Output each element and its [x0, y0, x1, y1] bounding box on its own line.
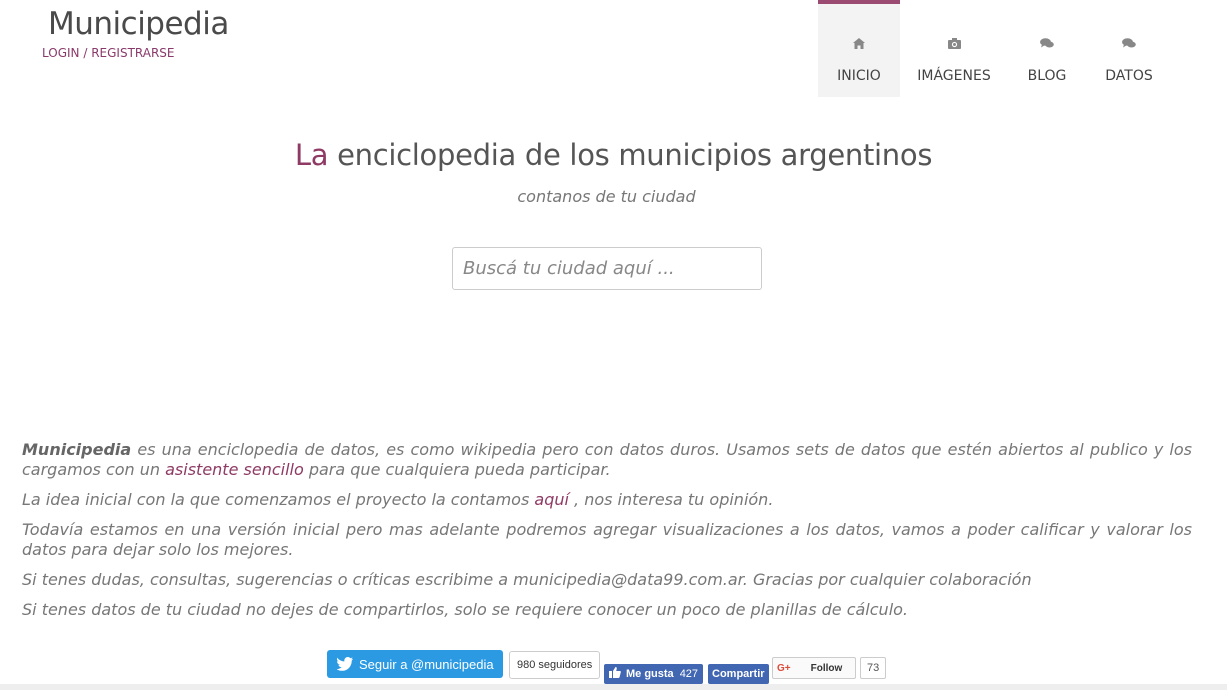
bottom-bar	[0, 684, 1227, 690]
facebook-like-count: 427	[679, 668, 699, 680]
about-text: , nos interesa tu opinión.	[574, 490, 774, 509]
login-register-link[interactable]: LOGIN / REGISTRARSE	[42, 46, 175, 60]
nav-item-inicio[interactable]: INICIO	[818, 0, 900, 97]
site-brand[interactable]: Municipedia	[48, 6, 229, 42]
about-text: para que cualquiera pueda participar.	[308, 460, 611, 479]
comments-icon	[1040, 38, 1054, 54]
nav-item-datos[interactable]: DATOS	[1086, 0, 1172, 97]
about-paragraph-1: Municipedia es una enciclopedia de datos…	[22, 440, 1192, 480]
twitter-follow-label: Seguir a @municipedia	[359, 656, 494, 672]
twitter-follow-button[interactable]: Seguir a @municipedia	[327, 650, 503, 678]
about-brand: Municipedia	[22, 440, 132, 459]
page-headline: La enciclopedia de los municipios argent…	[0, 138, 1227, 172]
nav-label-imagenes: IMÁGENES	[917, 68, 991, 84]
twitter-bird-icon	[336, 657, 353, 671]
city-search-input[interactable]	[452, 247, 762, 290]
about-paragraph-4: Si tenes dudas, consultas, sugerencias o…	[22, 570, 1032, 589]
comments-icon	[1122, 38, 1136, 54]
facebook-like-label: Me gusta	[626, 668, 674, 680]
nav-label-blog: BLOG	[1027, 68, 1067, 84]
page-tagline: contanos de tu ciudad	[517, 187, 696, 206]
home-icon	[853, 38, 865, 54]
nav-item-imagenes[interactable]: IMÁGENES	[900, 0, 1008, 97]
about-paragraph-2: La idea inicial con la que comenzamos el…	[22, 490, 1192, 510]
facebook-share-button[interactable]: Compartir	[708, 664, 769, 684]
thumbs-up-icon	[609, 667, 621, 681]
google-plus-follow-label: Follow	[810, 662, 843, 674]
aqui-link[interactable]: aquí	[534, 490, 569, 509]
google-plus-icon: G+	[777, 662, 791, 674]
google-plus-follow-button[interactable]: G+ Follow	[772, 657, 856, 679]
nav-item-blog[interactable]: BLOG	[1008, 0, 1086, 97]
camera-icon	[947, 38, 961, 54]
about-text: La idea inicial con la que comenzamos el…	[22, 490, 530, 509]
headline-text: enciclopedia de los municipios argentino…	[337, 138, 933, 172]
main-nav: INICIO IMÁGENES BLOG DATOS	[818, 0, 1172, 97]
headline-accent: La	[294, 138, 329, 172]
google-plus-count: 73	[860, 657, 887, 679]
nav-label-datos: DATOS	[1105, 68, 1153, 84]
about-paragraph-5: Si tenes datos de tu ciudad no dejes de …	[22, 600, 909, 619]
nav-label-inicio: INICIO	[837, 68, 881, 84]
about-section: Municipedia es una enciclopedia de datos…	[22, 440, 1192, 630]
facebook-like-button[interactable]: Me gusta 427	[604, 664, 704, 684]
twitter-follower-count[interactable]: 980 seguidores	[509, 651, 601, 679]
asistente-link[interactable]: asistente sencillo	[165, 460, 304, 479]
about-paragraph-3: Todavía estamos en una versión inicial p…	[22, 520, 1192, 559]
